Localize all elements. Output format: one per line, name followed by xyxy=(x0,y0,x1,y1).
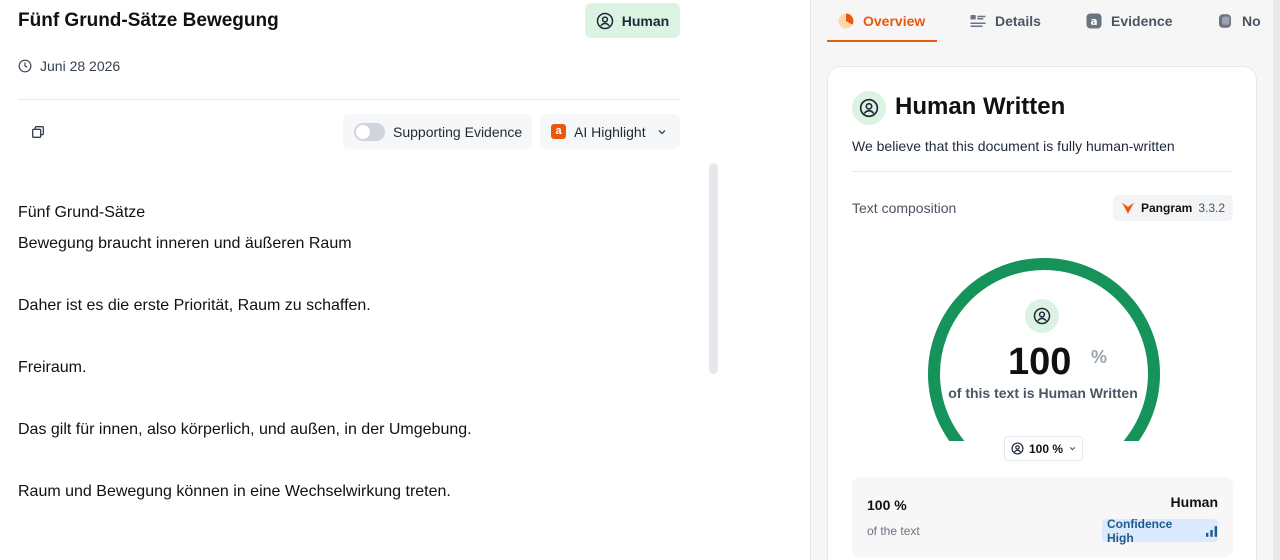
header-divider xyxy=(18,99,681,100)
result-title: Human Written xyxy=(895,93,1066,120)
tab-evidence-label: Evidence xyxy=(1111,13,1173,29)
document-paragraph: Raum und Bewegung können in eine Wechsel… xyxy=(18,483,451,500)
document-paragraph: Freiraum. xyxy=(18,359,87,376)
panel-scrollbar[interactable] xyxy=(1273,0,1280,560)
percent-selector-value: 100 % xyxy=(1029,441,1064,456)
svg-text:a: a xyxy=(1090,16,1097,28)
tab-notes[interactable]: No xyxy=(1216,0,1261,42)
supporting-evidence-toggle[interactable]: Supporting Evidence xyxy=(343,114,532,149)
model-version: 3.3.2 xyxy=(1198,201,1226,215)
document-paragraph: Bewegung braucht inneren und äußeren Rau… xyxy=(18,235,352,252)
date-row: Juni 28 2026 xyxy=(18,58,120,74)
human-icon xyxy=(1033,307,1051,325)
document-title: Fünf Grund-Sätze Bewegung xyxy=(18,10,279,31)
chevron-down-icon xyxy=(658,129,666,134)
tab-notes-label: No xyxy=(1242,13,1261,29)
result-icon-wrap xyxy=(852,91,886,125)
human-badge[interactable]: Human xyxy=(585,3,680,38)
gauge-percent-value: 100 xyxy=(1008,341,1072,383)
analysis-pane: Overview Details a Evidence No Human Wri… xyxy=(810,0,1280,560)
gauge-percent-unit: % xyxy=(1091,347,1108,367)
result-description: We believe that this document is fully h… xyxy=(852,138,1175,154)
document-paragraph xyxy=(18,325,698,356)
ai-highlight-dropdown[interactable]: a AI Highlight xyxy=(540,114,680,149)
human-icon xyxy=(859,98,879,118)
tab-details[interactable]: Details xyxy=(969,0,1041,42)
document-pane: Fünf Grund-Sätze Bewegung Human Juni 28 … xyxy=(0,0,810,560)
tab-overview-label: Overview xyxy=(863,13,926,29)
clock-icon xyxy=(18,59,32,73)
document-paragraph: Das gilt für innen, also körperlich, und… xyxy=(18,421,472,438)
confidence-badge: Confidence High xyxy=(1102,516,1218,545)
document-scrollbar[interactable] xyxy=(709,163,718,374)
chevron-down-icon xyxy=(1069,446,1076,451)
summary-of-text: of the text xyxy=(867,524,920,538)
details-icon xyxy=(970,15,986,27)
ai-highlight-icon: a xyxy=(551,124,566,139)
copy-icon[interactable] xyxy=(30,124,46,140)
tab-overview[interactable]: Overview xyxy=(837,0,925,42)
document-paragraph: Daher ist es die erste Priorität, Raum z… xyxy=(18,297,371,314)
human-icon xyxy=(596,12,614,29)
document-paragraph xyxy=(18,449,698,480)
active-tab-indicator xyxy=(827,40,937,42)
signal-bars-icon xyxy=(1206,525,1218,537)
summary-label: Human xyxy=(1170,494,1218,510)
ai-highlight-label: AI Highlight xyxy=(574,123,646,140)
document-date: Juni 28 2026 xyxy=(40,58,121,74)
document-paragraph xyxy=(18,263,698,294)
tab-details-label: Details xyxy=(995,13,1041,29)
human-badge-label: Human xyxy=(621,12,670,29)
card-divider xyxy=(852,171,1233,172)
tab-evidence[interactable]: a Evidence xyxy=(1085,0,1172,42)
notes-icon xyxy=(1219,14,1231,28)
document-body: Fünf Grund-Sätze Bewegung braucht innere… xyxy=(18,201,698,511)
gauge-icon-wrap xyxy=(1025,299,1059,333)
text-composition-label: Text composition xyxy=(852,200,957,216)
confidence-label: Confidence High xyxy=(1107,516,1173,545)
human-icon xyxy=(1011,442,1024,455)
overview-icon xyxy=(838,13,854,29)
gauge-caption: of this text is Human Written xyxy=(948,385,1138,401)
result-card: Human Written We believe that this docum… xyxy=(827,66,1257,560)
document-paragraph xyxy=(18,387,698,418)
supporting-evidence-label: Supporting Evidence xyxy=(393,123,523,140)
model-name: Pangram xyxy=(1141,201,1193,215)
document-paragraph: Fünf Grund-Sätze xyxy=(18,204,146,221)
summary-percent: 100 % xyxy=(867,497,907,513)
evidence-icon: a xyxy=(1086,13,1102,29)
model-version-badge: Pangram 3.3.2 xyxy=(1113,195,1233,221)
pangram-logo-icon xyxy=(1122,202,1134,214)
percent-selector[interactable]: 100 % xyxy=(1004,436,1083,461)
toggle-switch[interactable] xyxy=(354,122,385,141)
summary-box: 100 % of the text Human Confidence High xyxy=(852,477,1233,557)
